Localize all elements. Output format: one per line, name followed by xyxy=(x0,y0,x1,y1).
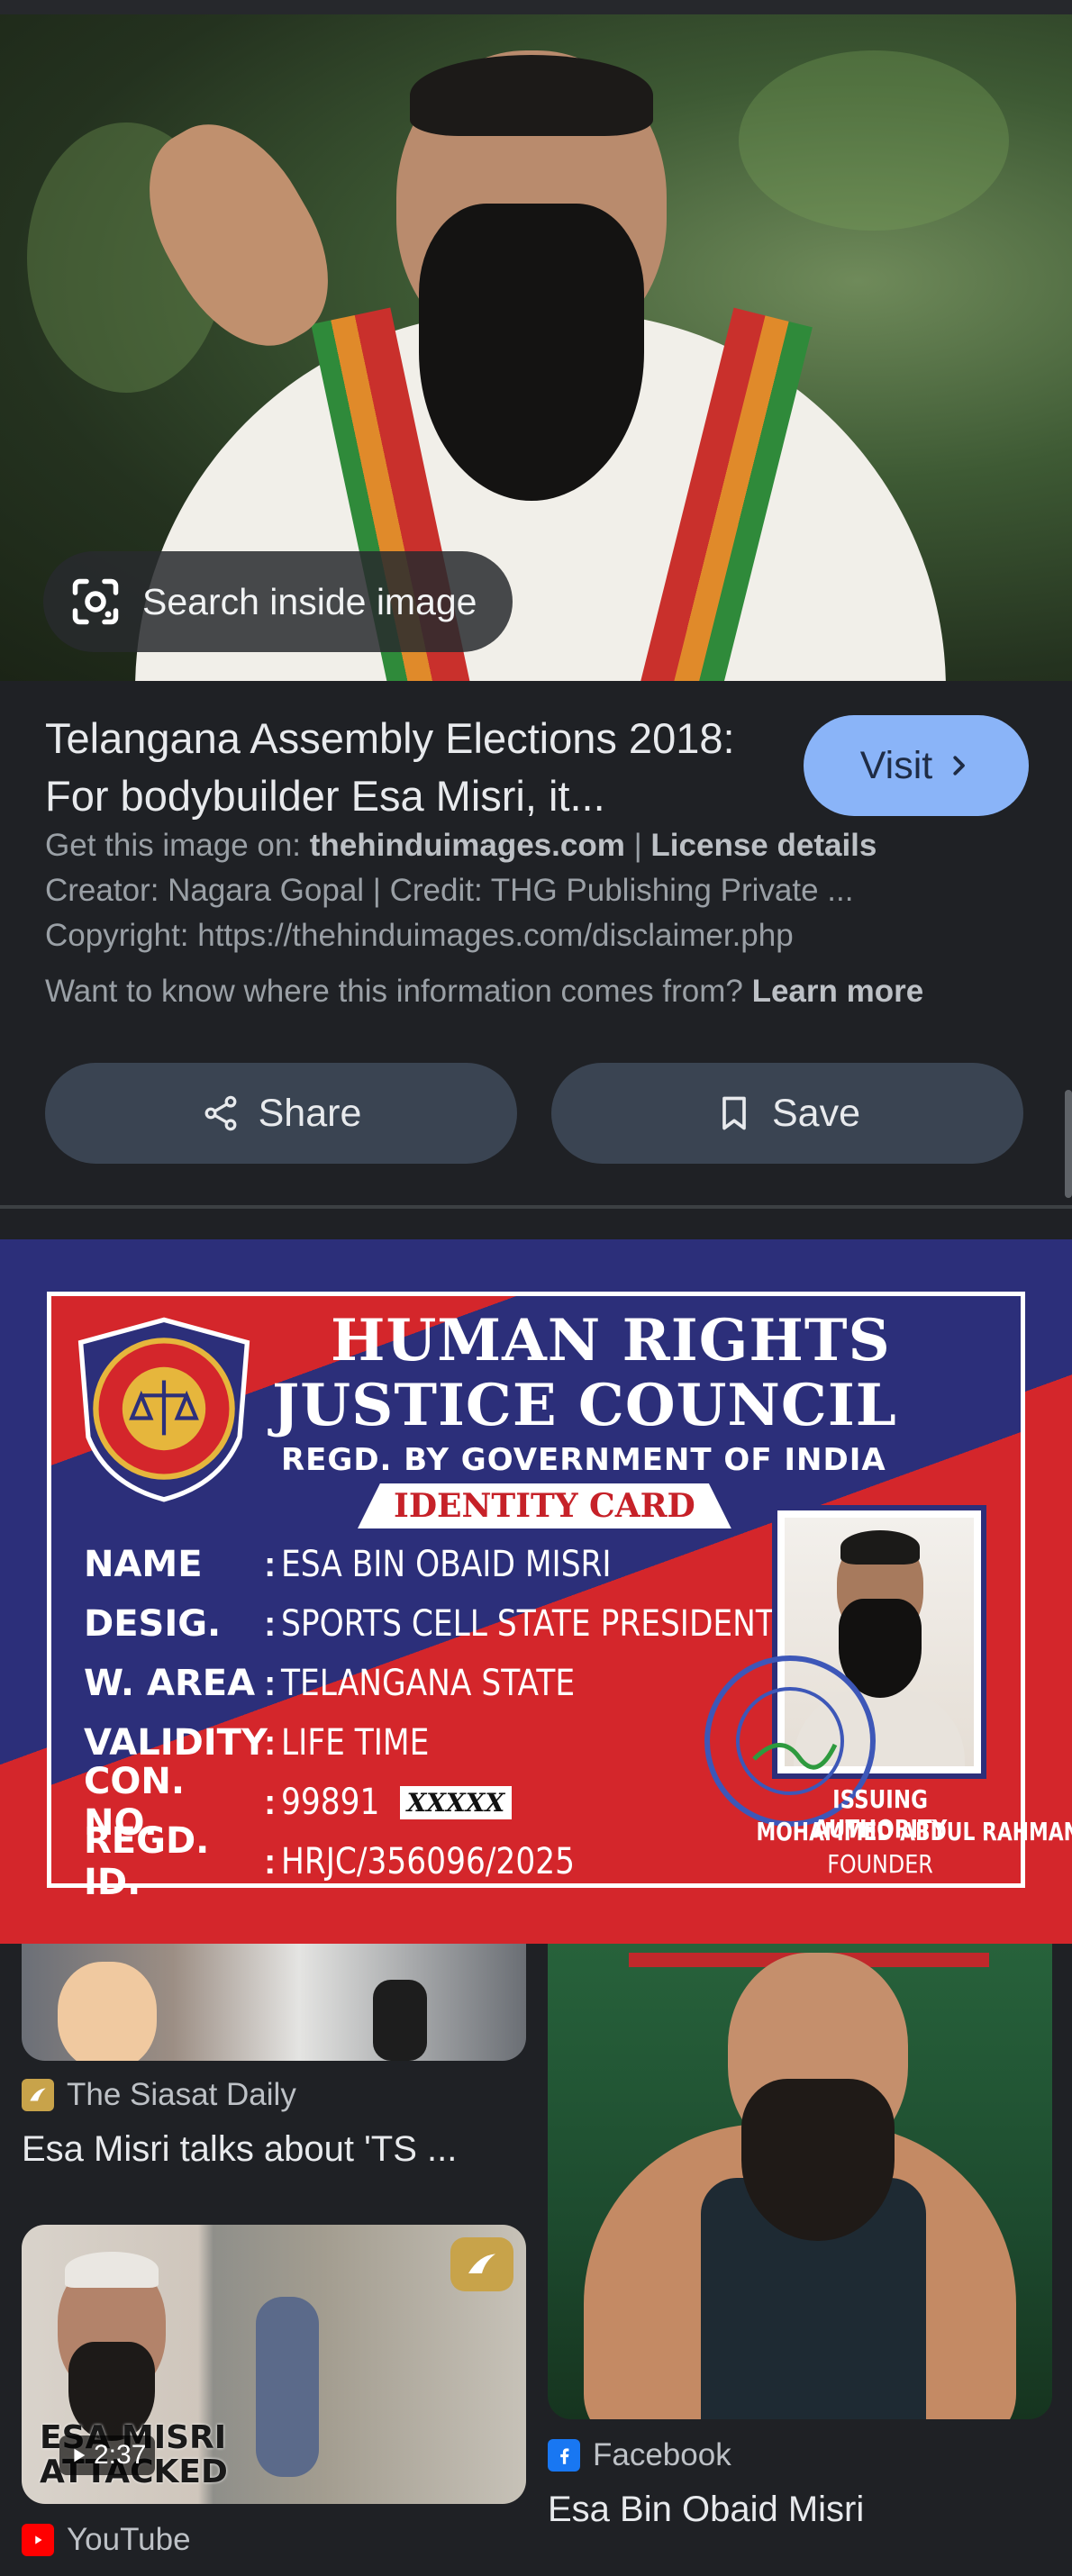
field-value: SPORTS CELL STATE PRESIDENT xyxy=(281,1603,776,1645)
issuer-role: FOUNDER xyxy=(827,1849,933,1879)
thumbnail-microphone xyxy=(373,1980,427,2061)
save-label: Save xyxy=(771,1091,860,1135)
youtube-icon xyxy=(22,2524,54,2556)
result-title-siasat[interactable]: Esa Misri talks about 'TS ... xyxy=(22,2129,457,2170)
result-title[interactable]: Telangana Assembly Elections 2018: For b… xyxy=(45,710,784,825)
search-inside-image-button[interactable]: Search inside image xyxy=(43,551,513,652)
info-source-line: Want to know where this information come… xyxy=(45,974,923,1010)
card-regd-line: REGD. BY GOVERNMENT OF INDIA xyxy=(281,1442,886,1478)
chevron-right-icon xyxy=(953,756,966,776)
info-question: Want to know where this information come… xyxy=(45,974,743,1009)
field-key: W. AREA xyxy=(84,1663,256,1704)
masked-number: XXXXX xyxy=(399,1785,513,1819)
status-bar xyxy=(0,0,1072,14)
result-thumbnail-siasat[interactable] xyxy=(22,1944,526,2061)
source-name: YouTube xyxy=(67,2522,191,2557)
result-source-facebook[interactable]: Facebook xyxy=(548,2437,731,2473)
copyright-line: Copyright: https://thehinduimages.com/di… xyxy=(45,918,794,953)
issuer-name: MOHAMMED ABDUL RAHMAN xyxy=(756,1817,1072,1846)
facebook-icon xyxy=(548,2439,580,2472)
thumbnail-running-person xyxy=(256,2297,319,2477)
thumbnail-cap xyxy=(65,2252,159,2288)
person-hair xyxy=(410,55,653,136)
council-emblem-icon xyxy=(77,1317,250,1502)
visit-label: Visit xyxy=(859,743,933,787)
lens-icon xyxy=(72,578,119,625)
result-thumbnail-facebook[interactable] xyxy=(548,1944,1052,2419)
field-key: REGD. ID. xyxy=(84,1820,210,1903)
source-name: Facebook xyxy=(593,2437,731,2472)
person-beard xyxy=(419,204,644,501)
field-name: NAME: ESA BIN OBAID MISRI xyxy=(84,1544,612,1585)
card-title-line2: JUSTICE COUNCIL xyxy=(272,1372,897,1439)
video-duration: 2:37 xyxy=(59,2435,156,2475)
bookmark-icon xyxy=(722,1096,746,1130)
section-divider xyxy=(0,1205,1072,1209)
save-button[interactable]: Save xyxy=(551,1063,1023,1164)
result-thumbnail-youtube[interactable]: ESA MISRI ATTACKED 2:37 xyxy=(22,2225,526,2504)
field-key: DESIG. xyxy=(84,1603,222,1645)
field-value: 99891 xyxy=(281,1782,380,1823)
background-foliage xyxy=(739,50,1009,231)
result-title-facebook[interactable]: Esa Bin Obaid Misri xyxy=(548,2490,864,2530)
share-label: Share xyxy=(258,1091,362,1135)
field-value: HRJC/356096/2025 xyxy=(281,1841,576,1882)
share-icon xyxy=(204,1095,237,1131)
source-badge-icon xyxy=(450,2237,513,2291)
result-source-siasat[interactable]: The Siasat Daily xyxy=(22,2077,296,2113)
license-details-link[interactable]: License details xyxy=(650,828,877,863)
source-domain-link[interactable]: thehinduimages.com xyxy=(310,828,625,863)
search-inside-image-label: Search inside image xyxy=(142,580,477,622)
identity-card: HUMAN RIGHTS JUSTICE COUNCIL REGD. BY GO… xyxy=(47,1292,1072,1903)
learn-more-link[interactable]: Learn more xyxy=(752,974,924,1009)
field-work-area: W. AREA: TELANGANA STATE xyxy=(84,1663,576,1704)
card-title-line1: HUMAN RIGHTS xyxy=(331,1307,891,1374)
result-source-youtube[interactable]: YouTube xyxy=(22,2522,191,2558)
thumbnail-hand xyxy=(58,1962,157,2061)
image-info-panel: Telangana Assembly Elections 2018: For b… xyxy=(0,681,1072,1203)
field-key: VALIDITY xyxy=(84,1722,268,1764)
source-name: The Siasat Daily xyxy=(67,2077,296,2112)
main-image[interactable]: Search inside image xyxy=(0,14,1072,681)
field-value: TELANGANA STATE xyxy=(281,1663,576,1704)
field-value: ESA BIN OBAID MISRI xyxy=(281,1544,612,1585)
field-regd-id: REGD. ID.: HRJC/356096/2025 xyxy=(84,1820,576,1903)
get-image-line: Get this image on: thehinduimages.com | … xyxy=(45,828,877,864)
field-key: NAME xyxy=(84,1544,203,1585)
identity-card-image[interactable]: HUMAN RIGHTS JUSTICE COUNCIL REGD. BY GO… xyxy=(0,1239,1072,1944)
duration-label: 2:37 xyxy=(94,2440,147,2470)
siasat-favicon-icon xyxy=(22,2079,54,2111)
thumbnail-beard xyxy=(741,2079,895,2241)
field-value: LIFE TIME xyxy=(281,1722,430,1764)
card-type-banner: IDENTITY CARD xyxy=(358,1483,731,1528)
scrollbar[interactable] xyxy=(1065,1090,1072,1198)
share-button[interactable]: Share xyxy=(45,1063,517,1164)
get-image-prefix: Get this image on: xyxy=(45,828,302,863)
separator: | xyxy=(633,828,642,863)
visit-button[interactable]: Visit xyxy=(804,715,1029,816)
play-icon xyxy=(74,2448,86,2463)
field-designation: DESIG.: SPORTS CELL STATE PRESIDENT xyxy=(84,1603,776,1645)
creator-line: Creator: Nagara Gopal | Credit: THG Publ… xyxy=(45,873,854,908)
